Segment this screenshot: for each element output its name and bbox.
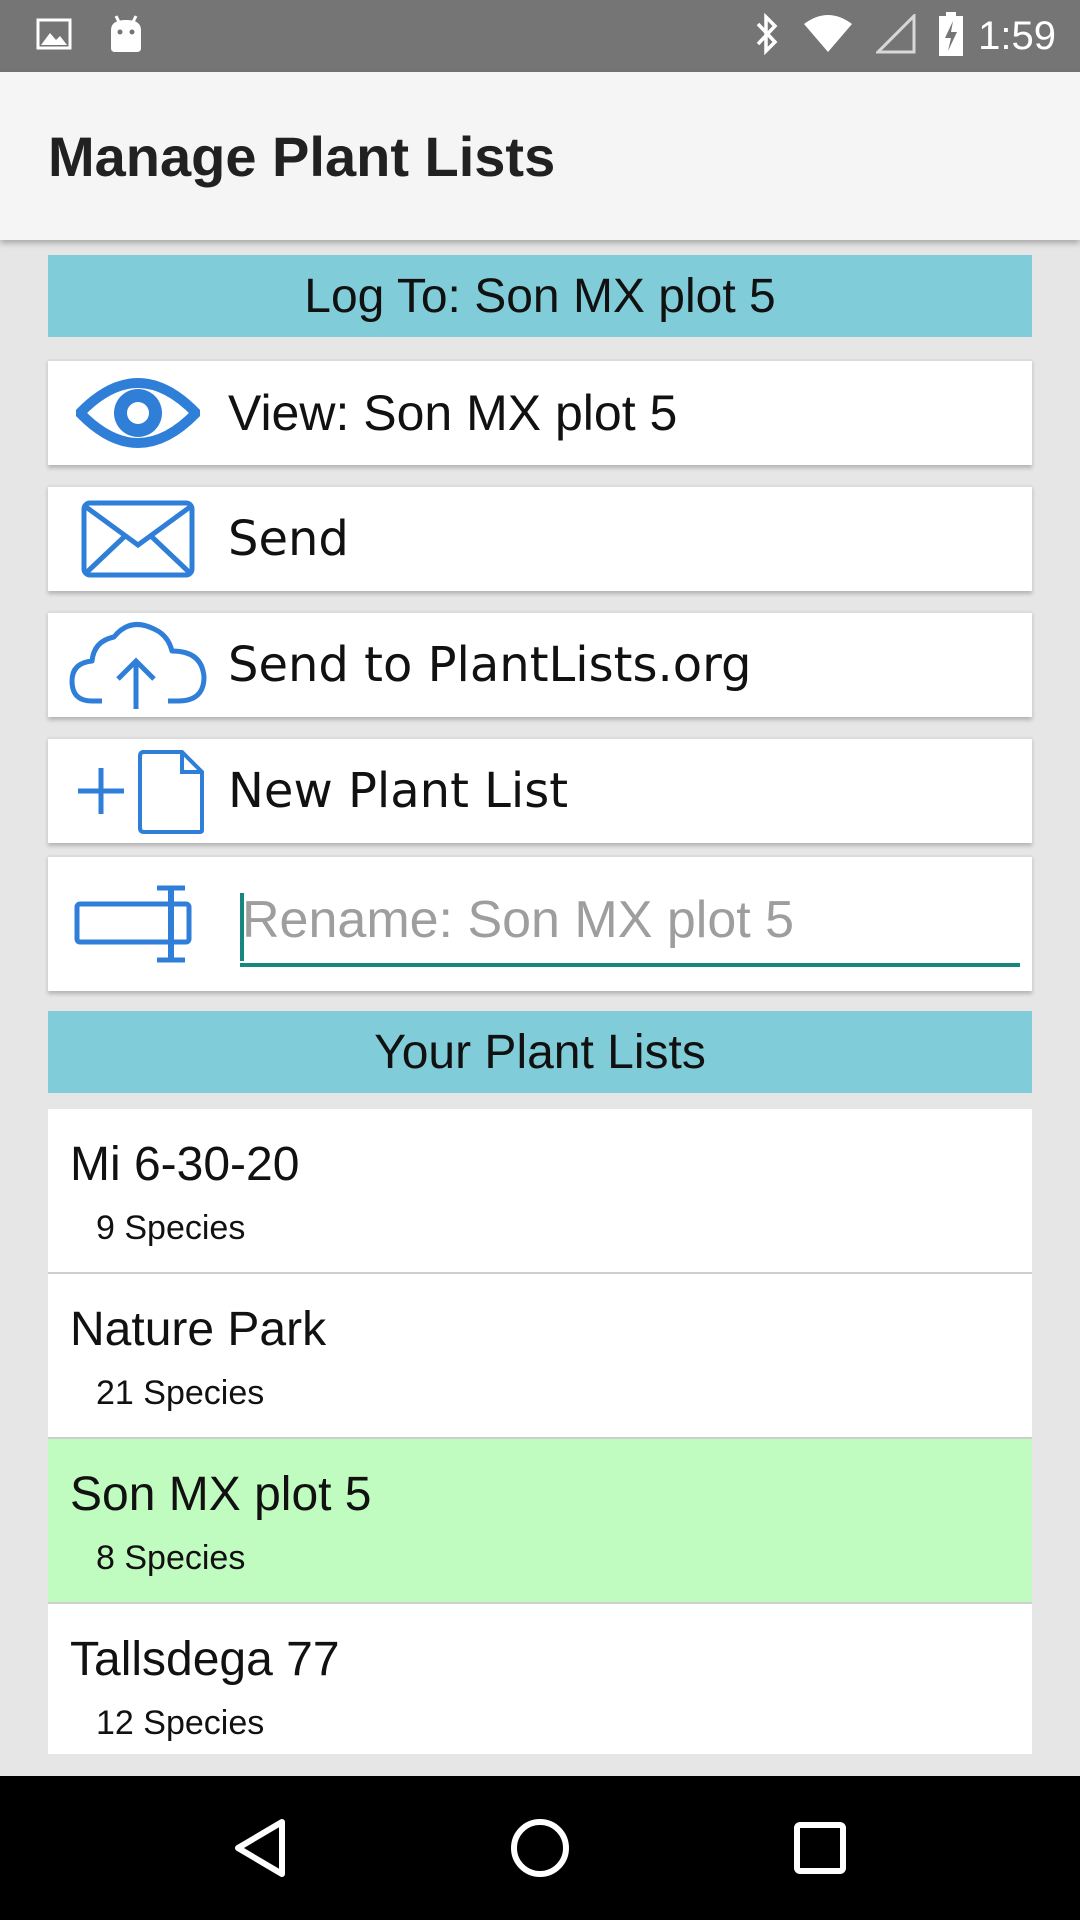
rename-input[interactable] (240, 877, 1020, 967)
envelope-icon (48, 487, 228, 591)
plant-list: Mi 6-30-20 9 Species Nature Park 21 Spec… (48, 1109, 1032, 1754)
cell-signal-icon (874, 11, 916, 59)
status-time: 1:59 (978, 13, 1056, 58)
eye-icon (48, 361, 228, 465)
your-plant-lists-header: Your Plant Lists (48, 1011, 1032, 1093)
list-item-count: 21 Species (96, 1374, 265, 1412)
navigation-bar (0, 1776, 1080, 1920)
image-notification-icon (36, 18, 72, 55)
status-right: 1:59 (732, 11, 1056, 61)
app-bar: Manage Plant Lists (0, 72, 1080, 240)
list-item-name: Son MX plot 5 (70, 1468, 372, 1521)
list-item-count: 9 Species (96, 1209, 246, 1247)
send-label: Send (228, 511, 349, 567)
list-item-name: Nature Park (70, 1303, 327, 1356)
status-bar: 1:59 (0, 0, 1080, 72)
battery-charging-icon (938, 11, 964, 61)
your-plant-lists-label: Your Plant Lists (374, 1025, 706, 1079)
list-item-name: Tallsdega 77 (70, 1633, 340, 1686)
list-item-selected[interactable]: Son MX plot 5 8 Species (48, 1439, 1032, 1604)
page-title: Manage Plant Lists (48, 124, 556, 188)
list-item[interactable]: Mi 6-30-20 9 Species (48, 1109, 1032, 1274)
list-item[interactable]: Tallsdega 77 12 Species (48, 1604, 1032, 1754)
send-button[interactable]: Send (48, 485, 1032, 591)
wifi-icon (802, 14, 854, 59)
rename-icon (48, 857, 228, 991)
list-item-count: 8 Species (96, 1539, 246, 1577)
new-plant-list-label: New Plant List (228, 763, 569, 819)
android-notification-icon (108, 14, 144, 59)
back-icon[interactable] (200, 1788, 320, 1908)
new-document-icon (48, 739, 228, 843)
text-caret (240, 893, 244, 961)
recents-icon[interactable] (760, 1788, 880, 1908)
new-plant-list-button[interactable]: New Plant List (48, 737, 1032, 843)
status-left (36, 14, 180, 59)
list-item-count: 12 Species (96, 1704, 265, 1742)
view-list-button[interactable]: View: Son MX plot 5 (48, 359, 1032, 465)
log-to-header: Log To: Son MX plot 5 (48, 255, 1032, 337)
list-item-name: Mi 6-30-20 (70, 1138, 300, 1191)
send-to-plantlists-button[interactable]: Send to PlantLists.org (48, 611, 1032, 717)
send-to-plantlists-label: Send to PlantLists.org (228, 637, 752, 693)
log-to-label: Log To: Son MX plot 5 (304, 269, 776, 323)
cloud-upload-icon (48, 613, 228, 717)
view-list-label: View: Son MX plot 5 (228, 385, 678, 441)
list-item[interactable]: Nature Park 21 Species (48, 1274, 1032, 1439)
bluetooth-icon (754, 12, 780, 60)
home-icon[interactable] (480, 1788, 600, 1908)
rename-row (48, 855, 1032, 991)
content: Log To: Son MX plot 5 View: Son MX plot … (48, 240, 1032, 1754)
